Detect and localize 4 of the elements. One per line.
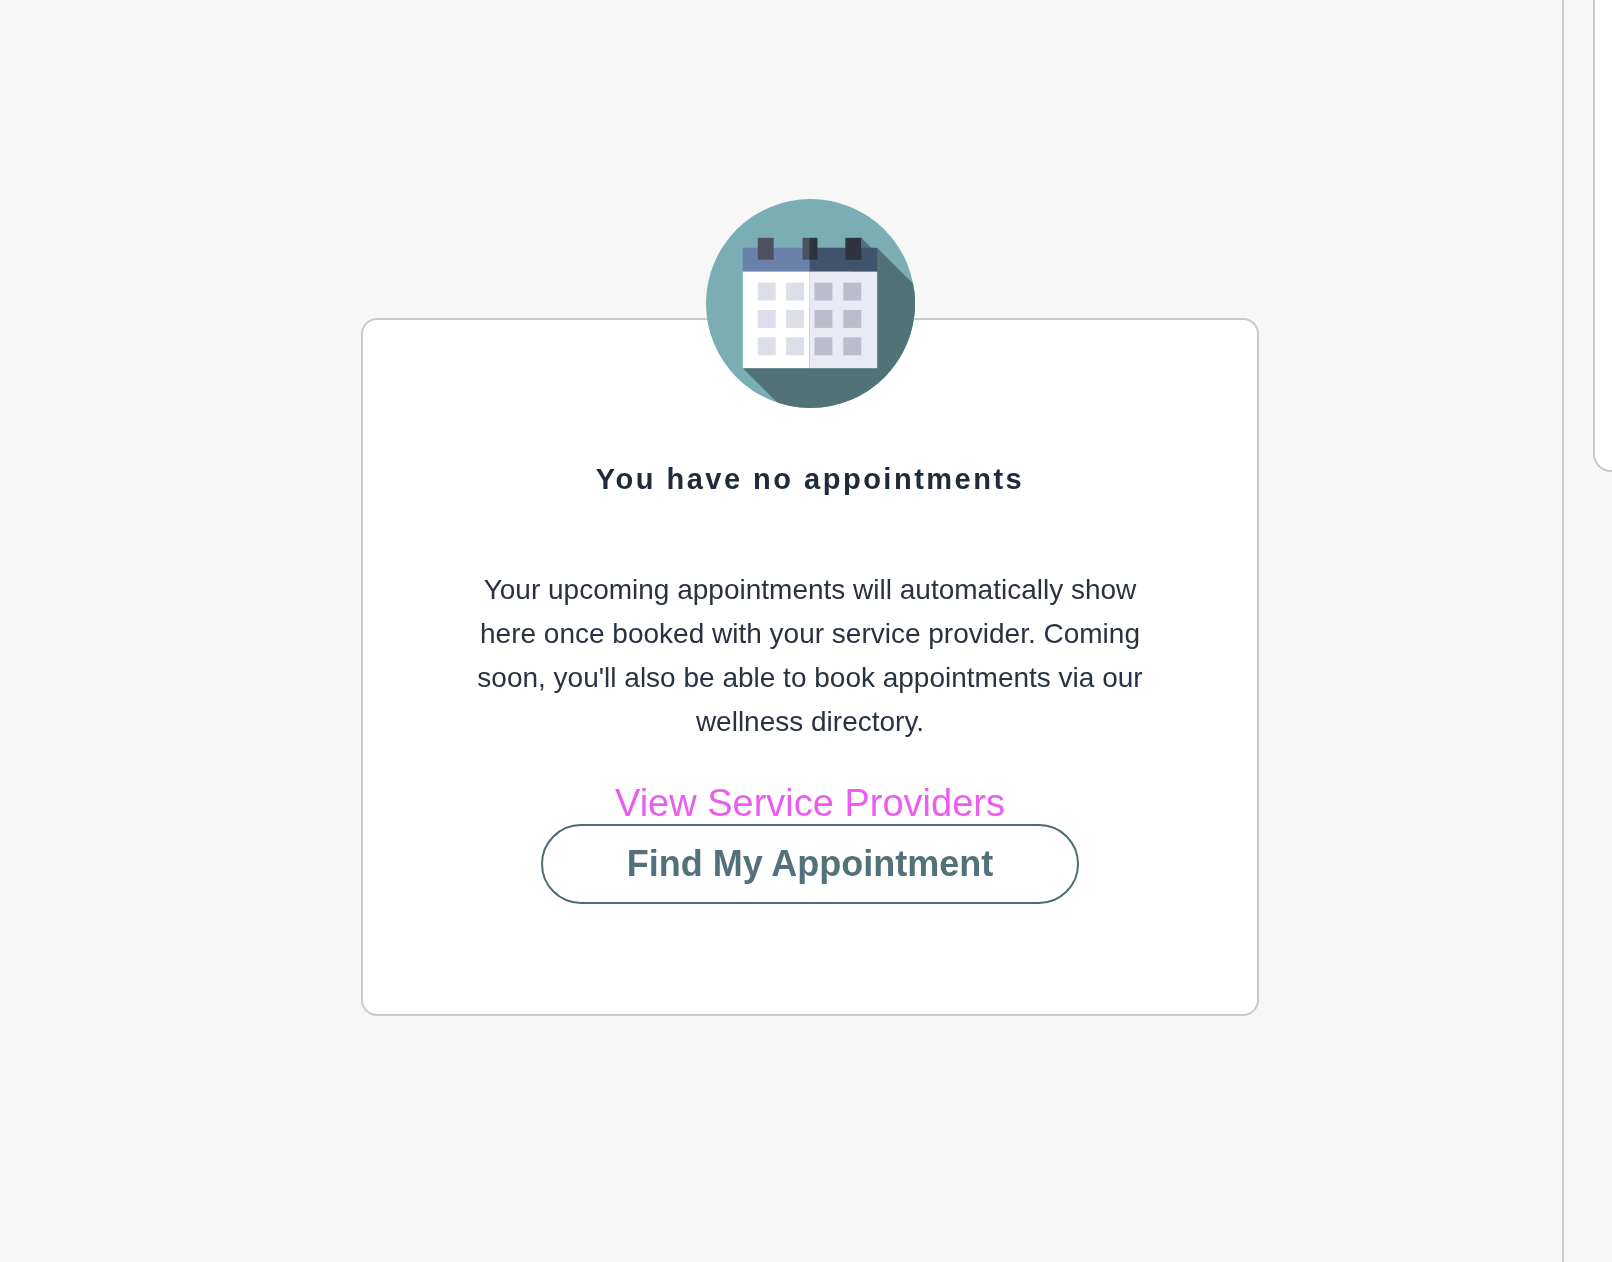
find-appointment-button[interactable]: Find My Appointment <box>541 824 1079 904</box>
service-providers-link[interactable]: View Service Providers <box>615 782 1005 824</box>
empty-state-heading: You have no appointments <box>595 462 1025 496</box>
empty-state-message: Your upcoming appointments will automatically show here once booked with your service provider. Coming soon, you'll also be able to book appointments via our wellness directory. <box>476 573 1144 739</box>
